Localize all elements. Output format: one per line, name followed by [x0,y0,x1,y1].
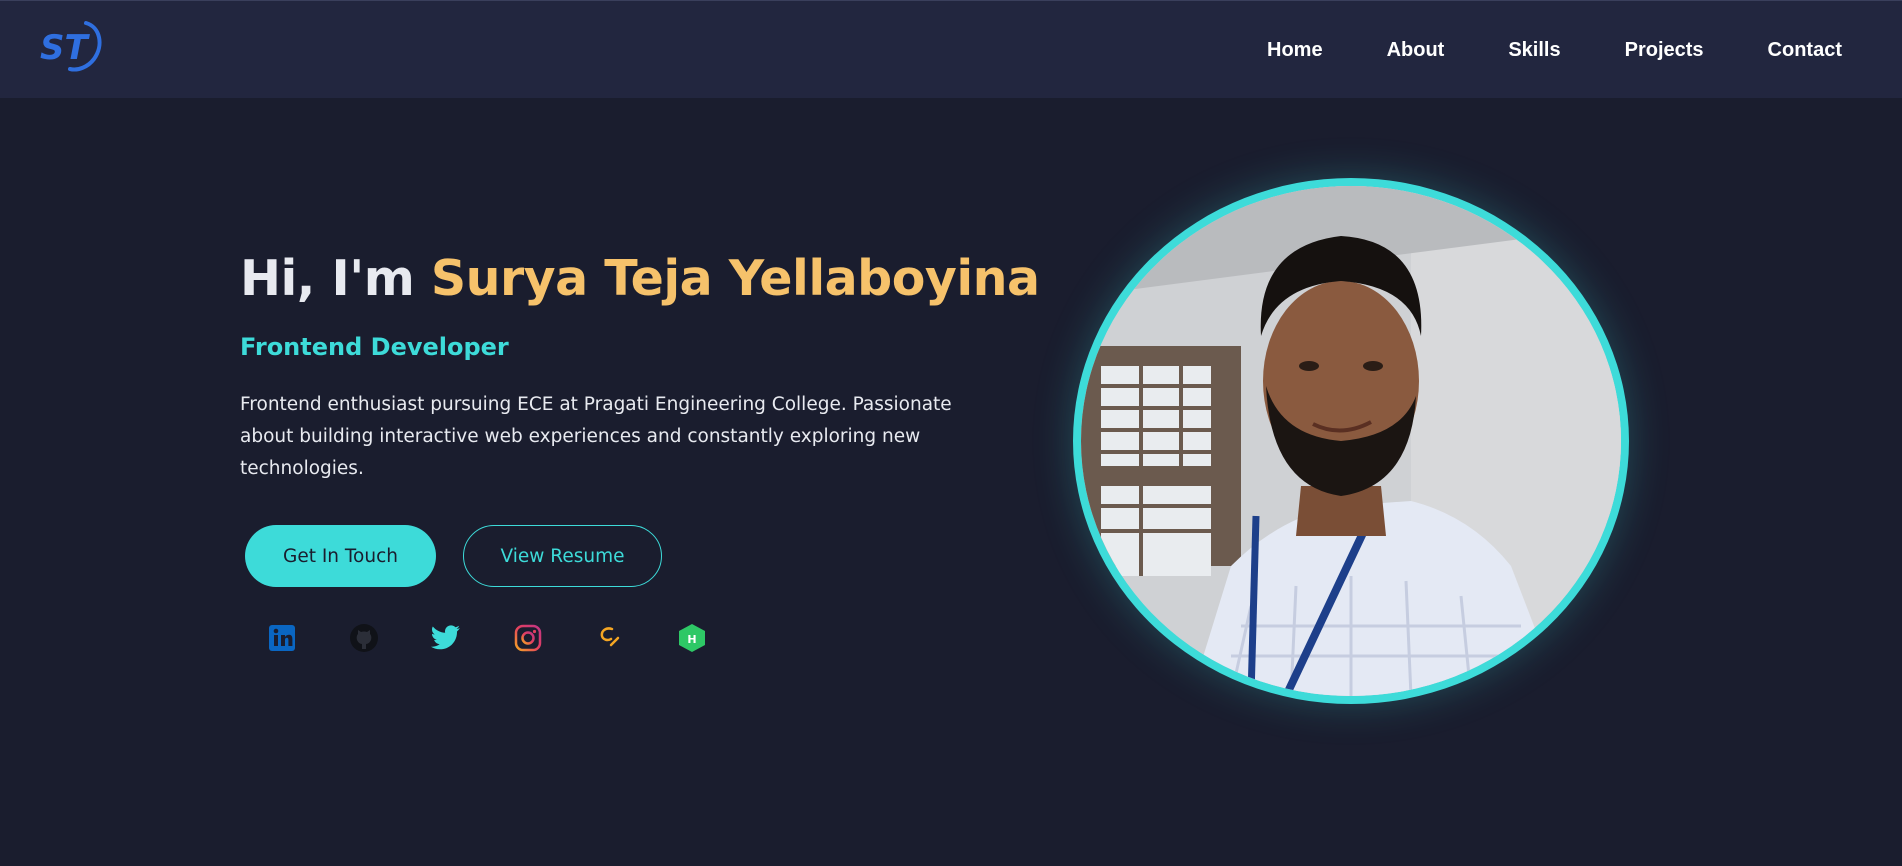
logo-icon: ST [40,21,102,72]
nav-skills[interactable]: Skills [1508,39,1560,62]
github-icon [350,624,378,652]
codechef-icon [600,627,620,647]
github-link[interactable] [336,621,392,655]
hackerrank-icon: H [679,624,705,652]
linkedin-link[interactable] [254,621,310,655]
hero-name: Surya Teja Yellaboyina [430,250,1040,307]
social-links: H [240,621,1040,655]
nav-contact[interactable]: Contact [1768,39,1842,62]
nav-projects[interactable]: Projects [1625,39,1704,62]
nav-links: Home About Skills Projects Contact [1203,1,1842,99]
hackerrank-link[interactable]: H [664,621,720,655]
nav-about[interactable]: About [1387,39,1445,62]
hero-role: Frontend Developer [240,333,509,361]
linkedin-icon [269,625,295,651]
svg-text:H: H [687,633,696,646]
codechef-link[interactable] [582,621,638,655]
hero-headline: Hi, I'm Surya Teja Yellaboyina [240,250,1040,307]
profile-photo [1073,178,1629,704]
get-in-touch-button[interactable]: Get In Touch [245,525,436,587]
instagram-link[interactable] [500,621,556,655]
greeting-text: Hi, I'm [240,250,431,307]
hero-section: Hi, I'm Surya Teja Yellaboyina Frontend … [240,250,1040,655]
twitter-link[interactable] [418,621,474,655]
profile-photo-image [1081,186,1621,696]
logo[interactable]: ST [38,19,104,73]
instagram-icon [514,624,542,652]
hero-description: Frontend enthusiast pursuing ECE at Prag… [240,394,952,479]
twitter-icon [430,625,460,650]
nav-home[interactable]: Home [1267,39,1323,62]
logo-lettering: ST [40,28,90,68]
navbar: ST Home About Skills Projects Contact [0,0,1902,98]
hero-buttons: Get In Touch View Resume [240,525,1040,587]
view-resume-button[interactable]: View Resume [463,525,662,587]
